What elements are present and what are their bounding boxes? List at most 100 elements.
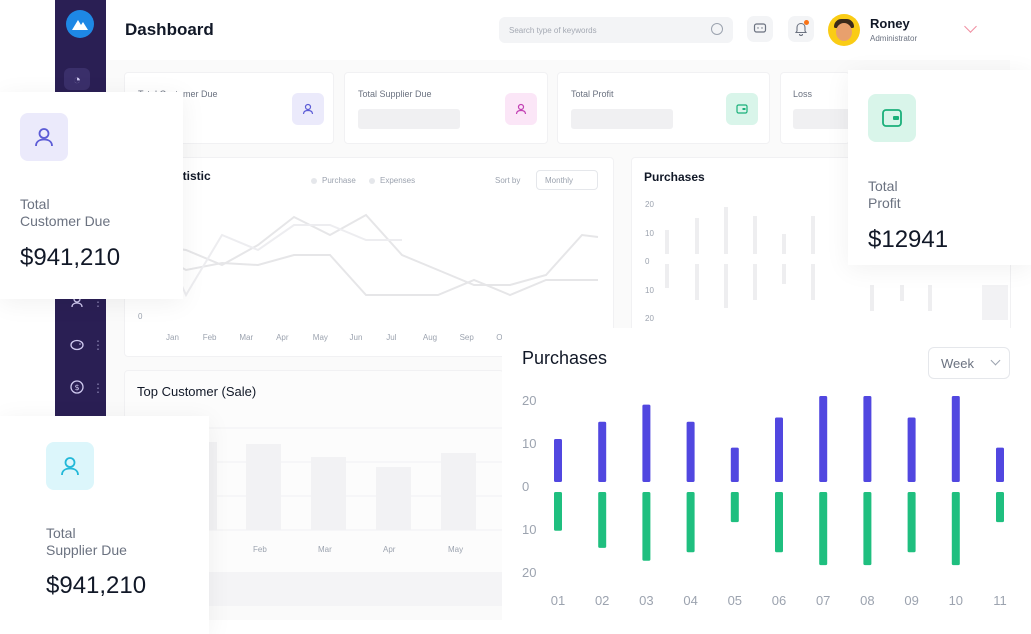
more-icon[interactable]: ⋮ <box>92 338 104 352</box>
customer-due-label: Total Customer Due <box>20 196 111 229</box>
y-tick-label: 20 <box>645 200 654 209</box>
x-tick-label: Sep <box>459 333 474 342</box>
chat-icon <box>753 23 767 33</box>
return-bar <box>819 492 828 566</box>
x-tick-label: 04 <box>683 593 697 608</box>
x-tick-label: 08 <box>860 593 874 608</box>
x-tick-label: 06 <box>772 593 786 608</box>
x-tick-label: Jan <box>166 333 179 342</box>
purchase-bar <box>775 417 783 482</box>
y-tick-label: 20 <box>522 565 536 580</box>
notification-dot <box>804 20 809 25</box>
legend-purchase: Purchase <box>311 176 356 185</box>
return-bar <box>642 492 651 561</box>
y-tick-label: 0 <box>645 257 650 266</box>
purchase-bar <box>686 421 695 482</box>
summary-card-label: Loss <box>793 89 813 99</box>
avatar[interactable] <box>828 14 860 46</box>
summary-card-label: Total Profit <box>571 89 614 99</box>
sort-select[interactable]: Monthly <box>536 170 598 190</box>
user-name: Roney <box>870 16 910 31</box>
user-role: Administrator <box>870 34 918 43</box>
purchase-bar <box>642 404 651 482</box>
summary-card-label: Total Supplier Due <box>358 89 432 99</box>
profit-value: $12941 <box>868 226 949 253</box>
wallet-icon <box>726 93 758 125</box>
y-tick-label: 10 <box>645 228 654 238</box>
user-icon <box>292 93 324 125</box>
purchase-bar <box>996 447 1004 482</box>
purchase-bar <box>951 396 960 482</box>
wallet-icon <box>868 94 916 142</box>
y-tick-label: 10 <box>522 522 536 537</box>
summary-card-profit: Total Profit <box>557 72 770 144</box>
more-icon[interactable]: ⋮ <box>92 381 104 395</box>
return-bar <box>907 492 916 553</box>
purchases-title: Purchases <box>522 348 608 368</box>
x-tick-label: Mar <box>318 545 332 554</box>
user-icon <box>505 93 537 125</box>
x-tick-label: 09 <box>904 593 918 608</box>
user-icon <box>46 442 94 490</box>
x-tick-label: Apr <box>383 545 396 554</box>
sort-label: Sort by <box>495 176 521 185</box>
x-tick-label: 03 <box>639 593 653 608</box>
return-bar <box>996 492 1004 523</box>
legend-expenses: Expenses <box>369 176 415 185</box>
purchase-bar <box>730 447 739 482</box>
profit-card: Total Profit $12941 <box>848 70 1031 265</box>
purchase-bar <box>819 396 828 482</box>
supplier-due-label: Total Supplier Due <box>46 525 127 558</box>
return-bar <box>863 492 872 566</box>
summary-card-loss: Loss <box>780 72 851 144</box>
x-tick-label: May <box>448 545 464 554</box>
piggy-bank-icon[interactable] <box>64 333 90 355</box>
search-icon[interactable] <box>711 23 723 35</box>
x-tick-label: Feb <box>253 545 267 554</box>
y-tick-label: 10 <box>645 285 654 295</box>
x-tick-label: Jul <box>386 333 397 342</box>
summary-card-supplier: Total Supplier Due <box>344 72 548 144</box>
purchase-bar <box>598 421 607 482</box>
statistic-lines <box>150 213 599 298</box>
y-tick-label: 20 <box>522 393 536 408</box>
value-placeholder <box>571 109 673 129</box>
purchases-chart: 20 10 0 10 20 01 02 03 04 05 06 07 08 09 10 11 <box>522 393 1007 608</box>
app-screen: ◔ ⋮ ⋮ $ ⋮ Dashboard Search type of keywo… <box>0 0 1031 634</box>
return-bar <box>598 492 607 548</box>
supplier-due-value: $941,210 <box>46 572 147 599</box>
search-input[interactable]: Search type of keywords <box>499 17 733 43</box>
x-tick-label: 01 <box>551 593 565 608</box>
profit-label: Total Profit <box>868 178 901 211</box>
logo-icon[interactable] <box>66 10 94 38</box>
y-tick-label: 0 <box>522 479 529 494</box>
x-tick-label: 11 <box>993 593 1007 608</box>
x-tick-label: May <box>312 333 328 342</box>
x-tick-label: Mar <box>239 333 254 342</box>
x-tick-label: 05 <box>728 593 742 608</box>
user-icon <box>20 113 68 161</box>
top-customer-title: Top Customer (Sale) <box>137 384 257 399</box>
x-tick-label: 07 <box>816 593 830 608</box>
period-value: Week <box>941 356 974 371</box>
return-bar <box>775 492 783 553</box>
purchase-bar <box>907 417 916 482</box>
chat-button[interactable] <box>747 16 773 42</box>
x-tick-label: Jun <box>349 333 363 342</box>
return-bar <box>554 492 562 531</box>
y-tick-label: 20 <box>645 314 654 323</box>
customer-due-value: $941,210 <box>20 244 121 271</box>
value-placeholder <box>358 109 460 129</box>
dollar-icon[interactable]: $ <box>64 376 90 398</box>
footer-strip <box>209 572 502 606</box>
purchase-bar <box>554 439 562 482</box>
x-tick-label: Feb <box>202 333 217 342</box>
return-bar <box>686 492 695 553</box>
y-tick-zero: 0 <box>138 312 143 321</box>
dashboard-icon[interactable]: ◔ <box>64 68 90 90</box>
bg-purchases-title: Purchases <box>644 170 705 184</box>
x-tick-label: Apr <box>276 333 289 342</box>
notification-button[interactable] <box>788 16 814 42</box>
y-tick-label: 10 <box>522 436 536 451</box>
page-title: Dashboard <box>125 20 214 39</box>
